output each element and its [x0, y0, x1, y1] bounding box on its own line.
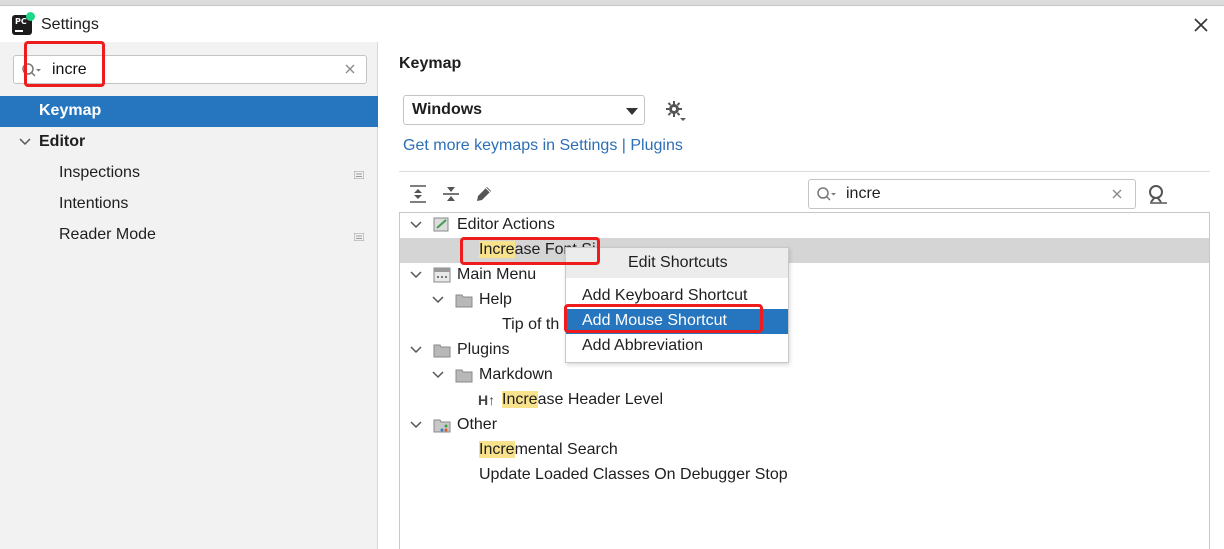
other-actions-icon	[433, 419, 451, 433]
chevron-down-icon[interactable]	[410, 221, 422, 229]
folder-icon	[455, 294, 473, 308]
tree-row-editor-actions[interactable]: Editor Actions	[400, 213, 1209, 238]
sidebar-item-label: Reader Mode	[59, 226, 156, 243]
chevron-down-icon[interactable]	[410, 271, 422, 279]
tree-row-tip-of-the-day[interactable]: Tip of th	[400, 313, 1209, 338]
chevron-down-icon[interactable]	[410, 421, 422, 429]
keymap-select-value: Windows	[412, 101, 483, 118]
expand-all-icon[interactable]	[407, 183, 429, 205]
pycharm-logo-icon: PC	[12, 12, 35, 35]
tree-row-other[interactable]: Other	[400, 413, 1209, 438]
collapse-all-icon[interactable]	[440, 183, 462, 205]
tree-row-label: Increase Header Level	[502, 391, 663, 409]
sidebar-item-reader-mode[interactable]: Reader Mode	[0, 220, 378, 251]
tree-row-label: Markdown	[479, 366, 553, 383]
main-menu-icon	[433, 267, 451, 283]
menu-item-label: Add Keyboard Shortcut	[582, 287, 748, 304]
tree-row-incremental-search[interactable]: Incremental Search	[400, 438, 1209, 463]
sidebar-item-inspections[interactable]: Inspections	[0, 158, 378, 189]
sidebar-item-label: Keymap	[39, 102, 102, 119]
folder-icon	[433, 344, 451, 358]
sidebar-item-label: Intentions	[59, 195, 129, 212]
sidebar-item-label: Editor	[39, 133, 86, 150]
tree-row-label: Editor Actions	[457, 216, 555, 233]
dropdown-arrow-icon	[626, 108, 638, 115]
tree-row-increase-header-level[interactable]: H↑ Increase Header Level	[400, 388, 1209, 413]
folder-icon	[455, 369, 473, 383]
title-bar: PC Settings	[0, 6, 1224, 42]
label-remainder: ase Header Level	[537, 391, 663, 408]
tree-row-label: Tip of th	[502, 316, 560, 333]
divider	[399, 171, 1210, 172]
chevron-down-icon[interactable]	[432, 371, 444, 379]
context-menu-title: Edit Shortcuts	[628, 254, 728, 271]
project-settings-icon	[354, 171, 364, 179]
window-title: Settings	[41, 16, 99, 33]
label-remainder: mental Search	[514, 441, 618, 458]
editor-actions-icon	[433, 217, 449, 232]
tree-row-markdown[interactable]: Markdown	[400, 363, 1209, 388]
annotation-highlight-box	[24, 41, 105, 87]
page-title: Keymap	[399, 55, 462, 72]
sidebar-item-keymap[interactable]: Keymap	[0, 96, 378, 127]
settings-sidebar: incre Keymap Editor Inspections Intentio…	[0, 42, 378, 549]
clear-search-icon[interactable]	[344, 63, 356, 75]
sidebar-item-editor[interactable]: Editor	[0, 127, 378, 158]
tree-row-label: Main Menu	[457, 266, 537, 283]
search-icon	[817, 187, 836, 201]
chevron-down-icon[interactable]	[19, 138, 31, 146]
sidebar-item-label: Inspections	[59, 164, 140, 181]
tree-row-update-loaded-classes[interactable]: Update Loaded Classes On Debugger Stop	[400, 463, 1209, 488]
tree-row-label: Help	[479, 291, 512, 308]
match-highlight: Incre	[502, 391, 538, 408]
project-settings-icon	[354, 233, 364, 241]
chevron-down-icon[interactable]	[410, 346, 422, 354]
sidebar-item-intentions[interactable]: Intentions	[0, 189, 378, 220]
keymap-filter-input[interactable]: incre	[808, 179, 1136, 209]
match-highlight: Incre	[479, 441, 515, 458]
annotation-highlight-box	[564, 304, 763, 333]
tree-row-label: Plugins	[457, 341, 510, 358]
clear-search-icon[interactable]	[1111, 188, 1123, 200]
get-more-keymaps-link[interactable]: Get more keymaps in Settings | Plugins	[403, 137, 683, 155]
tree-row-label: Incremental Search	[479, 441, 618, 459]
edit-pencil-icon[interactable]	[473, 183, 495, 205]
close-icon[interactable]	[1191, 15, 1211, 35]
tree-row-label: Update Loaded Classes On Debugger Stop	[479, 466, 788, 483]
menu-item-label: Add Abbreviation	[582, 337, 703, 354]
tree-row-plugins[interactable]: Plugins	[400, 338, 1209, 363]
tree-row-main-menu[interactable]: Main Menu	[400, 263, 1209, 288]
annotation-highlight-box	[460, 237, 600, 265]
header-level-icon: H↑	[478, 392, 496, 408]
chevron-down-icon[interactable]	[432, 296, 444, 304]
menu-item-add-abbreviation[interactable]: Add Abbreviation	[566, 334, 788, 359]
find-by-shortcut-icon[interactable]	[1147, 183, 1169, 205]
tree-row-label: Other	[457, 416, 498, 433]
keymap-select[interactable]: Windows	[403, 95, 645, 125]
tree-row-help[interactable]: Help	[400, 288, 1209, 313]
keymap-filter-value: incre	[846, 185, 881, 202]
gear-icon[interactable]	[665, 100, 687, 122]
